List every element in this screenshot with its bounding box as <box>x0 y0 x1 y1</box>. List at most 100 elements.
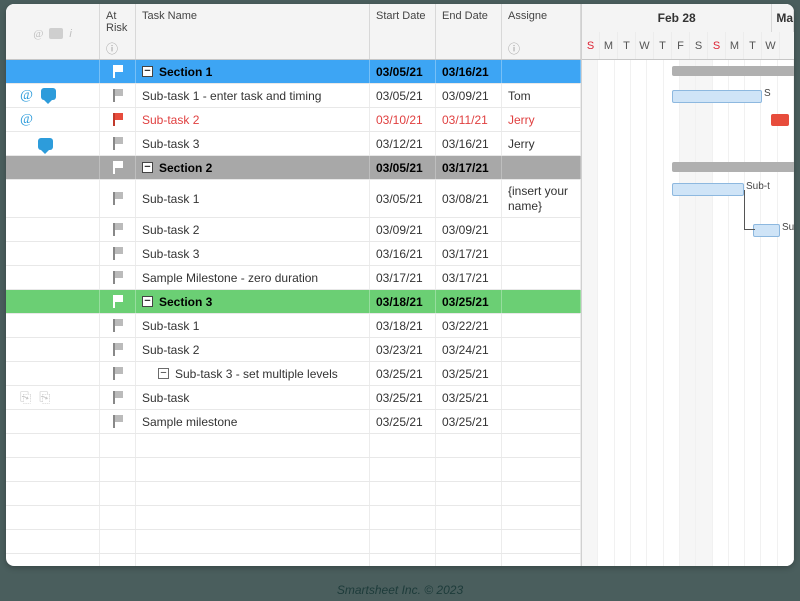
table-row[interactable]: −Section 203/05/2103/17/21 <box>6 156 581 180</box>
table-row[interactable] <box>6 434 581 458</box>
col-assignee[interactable]: Assigne ⓘ <box>502 4 581 59</box>
empty-cell[interactable] <box>436 506 502 529</box>
assignee-cell[interactable] <box>502 218 581 241</box>
empty-cell[interactable] <box>100 554 136 566</box>
empty-cell[interactable] <box>436 434 502 457</box>
comment-icon[interactable] <box>38 138 53 150</box>
assignee-cell[interactable]: Tom <box>502 84 581 107</box>
empty-cell[interactable] <box>436 554 502 566</box>
mention-icon[interactable]: @ <box>20 112 33 128</box>
empty-cell[interactable] <box>136 458 370 481</box>
task-name-cell[interactable]: Sub-task <box>136 386 370 409</box>
start-date-cell[interactable]: 03/09/21 <box>370 218 436 241</box>
table-row[interactable]: Sample Milestone - zero duration03/17/21… <box>6 266 581 290</box>
at-risk-cell[interactable] <box>100 290 136 313</box>
gantt-bar[interactable] <box>672 66 794 76</box>
end-date-cell[interactable]: 03/25/21 <box>436 362 502 385</box>
empty-cell[interactable] <box>502 506 581 529</box>
assignee-cell[interactable]: Jerry <box>502 108 581 131</box>
start-date-cell[interactable]: 03/18/21 <box>370 314 436 337</box>
empty-cell[interactable] <box>136 530 370 553</box>
table-row[interactable] <box>6 458 581 482</box>
end-date-cell[interactable]: 03/25/21 <box>436 386 502 409</box>
empty-cell[interactable] <box>100 482 136 505</box>
start-date-cell[interactable]: 03/25/21 <box>370 410 436 433</box>
start-date-cell[interactable]: 03/10/21 <box>370 108 436 131</box>
start-date-cell[interactable]: 03/23/21 <box>370 338 436 361</box>
table-row[interactable]: Sample milestone03/25/2103/25/21 <box>6 410 581 434</box>
start-date-cell[interactable]: 03/16/21 <box>370 242 436 265</box>
end-date-cell[interactable]: 03/25/21 <box>436 290 502 313</box>
empty-cell[interactable] <box>6 482 100 505</box>
empty-cell[interactable] <box>136 482 370 505</box>
assignee-cell[interactable] <box>502 338 581 361</box>
at-risk-cell[interactable] <box>100 386 136 409</box>
task-name-cell[interactable]: Sub-task 1 - enter task and timing <box>136 84 370 107</box>
empty-cell[interactable] <box>370 482 436 505</box>
at-risk-cell[interactable] <box>100 410 136 433</box>
empty-cell[interactable] <box>136 434 370 457</box>
assignee-cell[interactable] <box>502 314 581 337</box>
at-risk-cell[interactable] <box>100 84 136 107</box>
empty-cell[interactable] <box>502 458 581 481</box>
task-name-cell[interactable]: −Section 1 <box>136 60 370 83</box>
start-date-cell[interactable]: 03/25/21 <box>370 386 436 409</box>
end-date-cell[interactable]: 03/09/21 <box>436 84 502 107</box>
assignee-cell[interactable] <box>502 410 581 433</box>
empty-cell[interactable] <box>136 554 370 566</box>
task-name-cell[interactable]: Sub-task 3 <box>136 132 370 155</box>
empty-cell[interactable] <box>6 506 100 529</box>
table-row[interactable]: −Sub-task 3 - set multiple levels03/25/2… <box>6 362 581 386</box>
empty-cell[interactable] <box>502 434 581 457</box>
at-risk-cell[interactable] <box>100 362 136 385</box>
at-risk-cell[interactable] <box>100 156 136 179</box>
empty-cell[interactable] <box>6 554 100 566</box>
empty-cell[interactable] <box>370 554 436 566</box>
mention-icon[interactable]: @ <box>20 88 33 104</box>
end-date-cell[interactable]: 03/08/21 <box>436 180 502 217</box>
empty-cell[interactable] <box>370 506 436 529</box>
table-row[interactable] <box>6 506 581 530</box>
at-risk-cell[interactable] <box>100 266 136 289</box>
gantt-bar[interactable] <box>672 162 794 172</box>
assignee-cell[interactable] <box>502 290 581 313</box>
comment-icon[interactable] <box>41 88 56 100</box>
task-name-cell[interactable]: Sample milestone <box>136 410 370 433</box>
empty-cell[interactable] <box>502 554 581 566</box>
assignee-cell[interactable] <box>502 386 581 409</box>
table-row[interactable]: −Section 103/05/2103/16/21 <box>6 60 581 84</box>
empty-cell[interactable] <box>436 530 502 553</box>
at-risk-cell[interactable] <box>100 132 136 155</box>
at-risk-cell[interactable] <box>100 242 136 265</box>
collapse-toggle[interactable]: − <box>158 368 169 379</box>
gantt-bar[interactable] <box>672 90 762 103</box>
end-date-cell[interactable]: 03/17/21 <box>436 156 502 179</box>
end-date-cell[interactable]: 03/25/21 <box>436 410 502 433</box>
end-date-cell[interactable]: 03/16/21 <box>436 60 502 83</box>
task-name-cell[interactable]: Sub-task 2 <box>136 338 370 361</box>
empty-cell[interactable] <box>100 530 136 553</box>
end-date-cell[interactable]: 03/17/21 <box>436 242 502 265</box>
start-date-cell[interactable]: 03/18/21 <box>370 290 436 313</box>
assignee-cell[interactable]: {insert your name} <box>502 180 581 217</box>
task-name-cell[interactable]: −Section 3 <box>136 290 370 313</box>
empty-cell[interactable] <box>6 530 100 553</box>
table-row[interactable]: Sub-task 303/16/2103/17/21 <box>6 242 581 266</box>
attachment-icon[interactable]: ⎘ <box>39 389 50 406</box>
task-name-cell[interactable]: Sub-task 2 <box>136 108 370 131</box>
task-name-cell[interactable]: Sub-task 3 <box>136 242 370 265</box>
assignee-cell[interactable] <box>502 60 581 83</box>
assignee-cell[interactable] <box>502 156 581 179</box>
at-risk-cell[interactable] <box>100 218 136 241</box>
table-row[interactable]: Sub-task 103/05/2103/08/21{insert your n… <box>6 180 581 218</box>
collapse-toggle[interactable]: − <box>142 162 153 173</box>
table-row[interactable] <box>6 554 581 566</box>
start-date-cell[interactable]: 03/05/21 <box>370 156 436 179</box>
gantt-bar[interactable] <box>771 114 789 126</box>
col-task-name[interactable]: Task Name <box>136 4 370 59</box>
empty-cell[interactable] <box>436 458 502 481</box>
task-name-cell[interactable]: Sub-task 1 <box>136 314 370 337</box>
empty-cell[interactable] <box>370 434 436 457</box>
collapse-toggle[interactable]: − <box>142 296 153 307</box>
table-row[interactable]: Sub-task 103/18/2103/22/21 <box>6 314 581 338</box>
